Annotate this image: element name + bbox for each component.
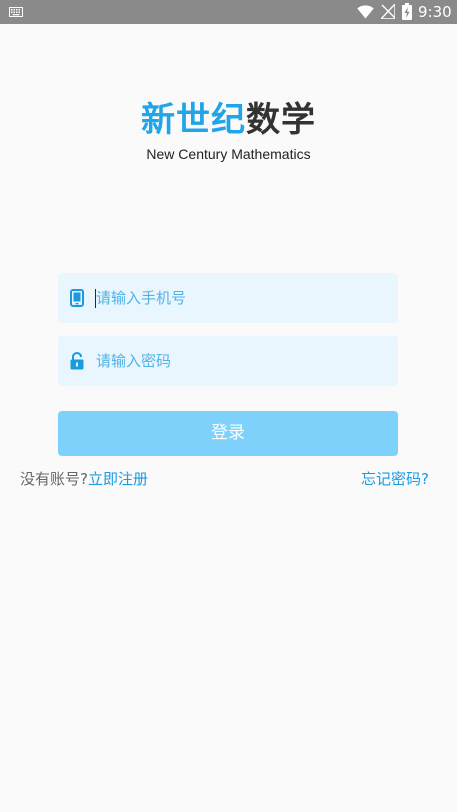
- lock-icon: [70, 352, 84, 370]
- keyboard-icon: [9, 7, 23, 17]
- phone-field[interactable]: [58, 273, 398, 323]
- app-logo: 新世纪数学: [0, 98, 457, 142]
- phone-input[interactable]: [96, 273, 386, 323]
- wifi-icon: [357, 5, 374, 19]
- password-input[interactable]: [96, 336, 386, 386]
- status-bar: 9:30: [0, 0, 457, 24]
- forgot-password-link[interactable]: 忘记密码?: [361, 469, 429, 489]
- register-row: 没有账号?立即注册: [20, 469, 148, 489]
- no-account-label: 没有账号?: [20, 470, 88, 488]
- login-button[interactable]: 登录: [58, 411, 398, 456]
- status-time: 9:30: [418, 3, 452, 21]
- phone-icon: [70, 289, 84, 307]
- battery-charging-icon: [402, 3, 412, 20]
- register-link[interactable]: 立即注册: [88, 470, 148, 488]
- logo-title-part-b: 数学: [246, 100, 316, 140]
- no-signal-icon: [381, 4, 395, 19]
- logo-subtitle: New Century Mathematics: [146, 146, 311, 162]
- logo-title-part-a: 新世纪: [141, 100, 246, 140]
- password-field[interactable]: [58, 336, 398, 386]
